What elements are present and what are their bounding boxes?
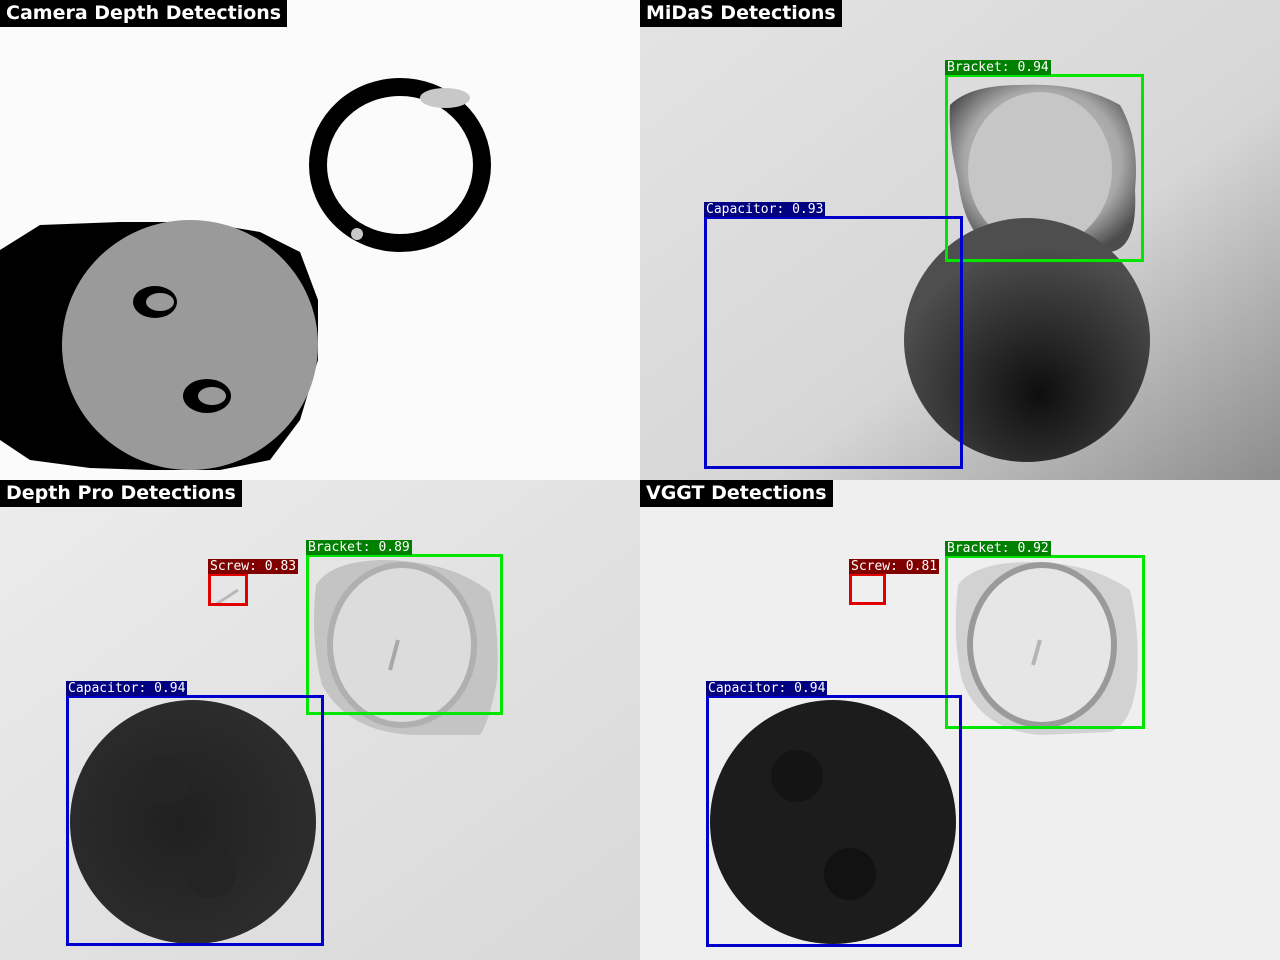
capacitor-label: Capacitor: 0.94 [66, 681, 188, 696]
capacitor-label: Capacitor: 0.94 [706, 681, 828, 696]
panel-title: MiDaS Detections [640, 0, 842, 27]
screw-box [208, 573, 248, 606]
panel-title: Depth Pro Detections [0, 480, 242, 507]
vggt-panel: VGGT Detections Screw: 0.81 Bracket: 0.9… [640, 480, 1280, 960]
screw-label: Screw: 0.83 [208, 559, 299, 574]
panel-title: VGGT Detections [640, 480, 833, 507]
bracket-label: Bracket: 0.92 [945, 541, 1051, 556]
detection-grid: Camera Depth Detections MiDaS Detections… [0, 0, 1280, 960]
screw-box [849, 573, 886, 605]
midas-panel: MiDaS Detections Bracket: 0.94 Capacitor… [640, 0, 1280, 480]
bracket-label: Bracket: 0.89 [306, 540, 412, 555]
bracket-label: Bracket: 0.94 [945, 60, 1051, 75]
capacitor-box [704, 216, 963, 469]
bracket-box [306, 554, 503, 715]
camera-depth-image [0, 0, 640, 480]
capacitor-box [706, 695, 962, 947]
bracket-box [945, 74, 1144, 262]
screw-label: Screw: 0.81 [849, 559, 940, 574]
capacitor-label: Capacitor: 0.93 [704, 202, 826, 217]
capacitor-box [66, 695, 324, 946]
depth-pro-panel: Depth Pro Detections Screw: 0.83 Bracket… [0, 480, 640, 960]
bracket-box [945, 555, 1145, 729]
camera-depth-panel: Camera Depth Detections [0, 0, 640, 480]
panel-title: Camera Depth Detections [0, 0, 288, 27]
